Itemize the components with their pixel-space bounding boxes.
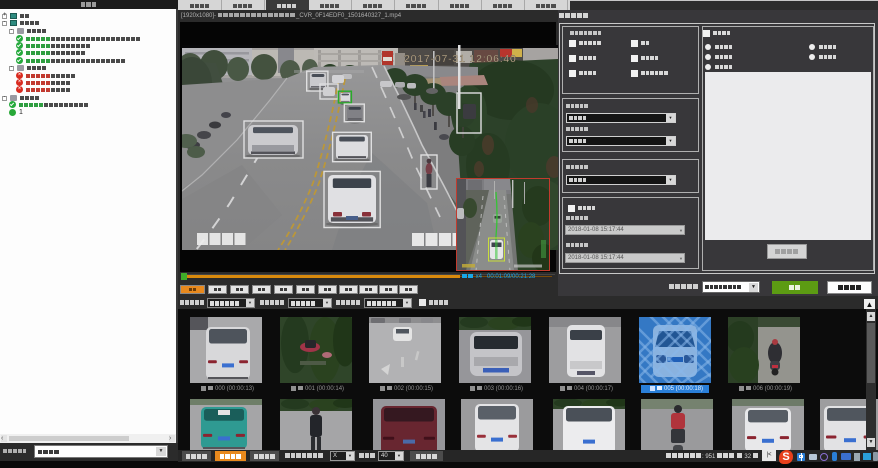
svg-text:2017-07-31 12:06:40: 2017-07-31 12:06:40 (404, 53, 517, 65)
